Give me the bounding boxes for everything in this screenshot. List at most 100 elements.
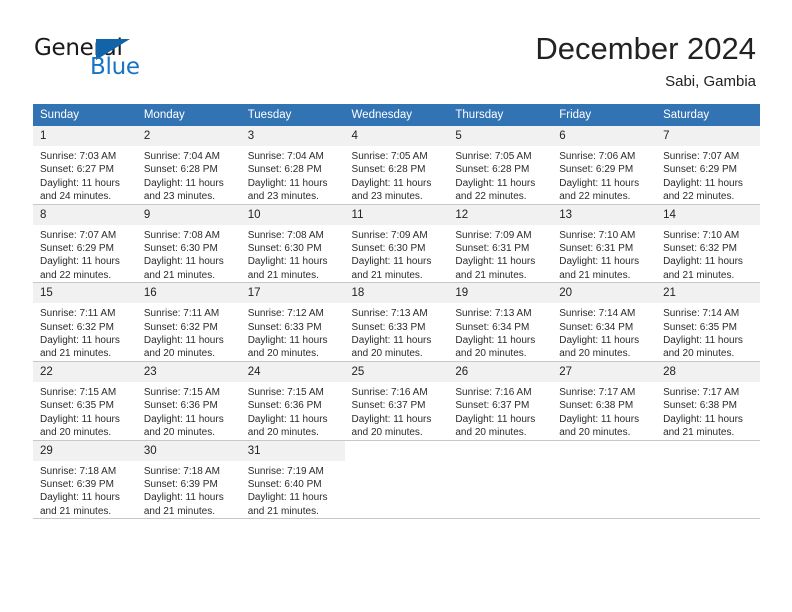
calendar-day-cell[interactable]: 6 Sunrise: 7:06 AM Sunset: 6:29 PM Daylight… <box>552 126 657 205</box>
sunset-time: Sunset: 6:38 PM <box>663 400 737 412</box>
calendar-day-cell[interactable]: 3 Sunrise: 7:04 AM Sunset: 6:28 PM Daylight… <box>240 126 345 205</box>
day-details: Sunrise: 7:05 AM Sunset: 6:28 PM Daylight:… <box>345 146 449 204</box>
day-number: 21 <box>656 283 760 304</box>
sunrise-time: Sunrise: 7:11 AM <box>40 308 116 320</box>
day-details: Sunrise: 7:09 AM Sunset: 6:31 PM Daylight:… <box>448 225 552 283</box>
sunrise-time: Sunrise: 7:09 AM <box>455 229 532 241</box>
day-number: 11 <box>344 204 449 225</box>
calendar-day-cell[interactable]: 19 Sunrise: 7:13 AM Sunset: 6:34 PM Dayligh… <box>448 282 553 362</box>
general-blue-logo[interactable]: General Blue <box>34 36 164 82</box>
sunrise-time: Sunrise: 7:11 AM <box>143 308 220 320</box>
daylight-duration-line1: Daylight: 11 hours <box>663 256 743 268</box>
calendar-day-cell[interactable]: 15 Sunrise: 7:11 AM Sunset: 6:32 PM Dayligh… <box>33 282 137 362</box>
sunset-time: Sunset: 6:32 PM <box>663 243 737 255</box>
calendar-day-cell[interactable]: 4 Sunrise: 7:05 AM Sunset: 6:28 PM Daylight… <box>344 126 449 205</box>
daylight-duration-line1: Daylight: 11 hours <box>351 413 432 425</box>
calendar-day-cell[interactable]: 9 Sunrise: 7:08 AM Sunset: 6:30 PM Daylight… <box>136 204 241 284</box>
sunset-time: Sunset: 6:28 PM <box>247 164 322 176</box>
daylight-duration-line2: and 20 minutes. <box>455 348 527 360</box>
daylight-duration-line2: and 21 minutes. <box>143 269 216 281</box>
sunset-time: Sunset: 6:30 PM <box>351 243 426 255</box>
day-number: 18 <box>344 283 449 304</box>
day-details: Sunrise: 7:12 AM Sunset: 6:33 PM Daylight:… <box>241 303 345 361</box>
calendar-day-cell[interactable]: 18 Sunrise: 7:13 AM Sunset: 6:33 PM Dayligh… <box>344 282 449 362</box>
daylight-duration-line2: and 23 minutes. <box>247 191 319 203</box>
calendar-day-cell[interactable]: 28 Sunrise: 7:17 AM Sunset: 6:38 PM Dayligh… <box>656 361 760 441</box>
sunrise-time: Sunrise: 7:07 AM <box>663 151 740 162</box>
calendar-day-cell[interactable]: 5 Sunrise: 7:05 AM Sunset: 6:28 PM Daylight… <box>448 126 553 205</box>
daylight-duration-line1: Daylight: 11 hours <box>455 177 536 189</box>
day-details: Sunrise: 7:09 AM Sunset: 6:30 PM Daylight:… <box>345 225 449 283</box>
day-number <box>448 440 553 449</box>
calendar-day-cell[interactable]: 2 Sunrise: 7:04 AM Sunset: 6:28 PM Daylight… <box>136 126 241 205</box>
daylight-duration-line2: and 22 minutes. <box>663 191 735 203</box>
sunset-time: Sunset: 6:39 PM <box>40 478 114 490</box>
weekday-header-tuesday: Tuesday <box>240 104 345 126</box>
daylight-duration-line2: and 22 minutes. <box>455 191 527 203</box>
day-details: Sunrise: 7:03 AM Sunset: 6:27 PM Daylight:… <box>33 146 137 204</box>
calendar-day-cell[interactable]: 31 Sunrise: 7:19 AM Sunset: 6:40 PM Dayligh… <box>240 440 345 520</box>
calendar-day-cell[interactable]: 14 Sunrise: 7:10 AM Sunset: 6:32 PM Dayligh… <box>656 204 760 284</box>
day-details: Sunrise: 7:14 AM Sunset: 6:34 PM Daylight:… <box>552 303 656 361</box>
day-number <box>552 440 657 449</box>
day-number: 3 <box>240 126 345 146</box>
daylight-duration-line1: Daylight: 11 hours <box>559 256 640 268</box>
calendar-day-cell[interactable]: 24 Sunrise: 7:15 AM Sunset: 6:36 PM Dayligh… <box>240 361 345 441</box>
daylight-duration-line1: Daylight: 11 hours <box>40 256 120 268</box>
day-details: Sunrise: 7:17 AM Sunset: 6:38 PM Daylight:… <box>656 382 760 440</box>
daylight-duration-line2: and 20 minutes. <box>559 427 631 439</box>
calendar-day-cell[interactable]: 10 Sunrise: 7:08 AM Sunset: 6:30 PM Dayligh… <box>240 204 345 284</box>
sunset-time: Sunset: 6:32 PM <box>40 321 114 333</box>
day-number: 31 <box>240 440 345 461</box>
sunset-time: Sunset: 6:36 PM <box>247 400 322 412</box>
calendar-day-cell[interactable]: 17 Sunrise: 7:12 AM Sunset: 6:33 PM Dayligh… <box>240 282 345 362</box>
day-details: Sunrise: 7:13 AM Sunset: 6:34 PM Daylight:… <box>448 303 552 361</box>
day-number: 13 <box>552 204 657 225</box>
calendar-day-cell[interactable]: 11 Sunrise: 7:09 AM Sunset: 6:30 PM Dayligh… <box>344 204 449 284</box>
day-details <box>448 449 552 453</box>
day-number: 29 <box>33 440 137 461</box>
page-header: General Blue December 2024 Sabi, Gambia <box>0 0 792 100</box>
calendar-day-cell[interactable]: 21 Sunrise: 7:14 AM Sunset: 6:35 PM Dayligh… <box>656 282 760 362</box>
daylight-duration-line1: Daylight: 11 hours <box>143 492 224 504</box>
calendar-day-cell[interactable]: 16 Sunrise: 7:11 AM Sunset: 6:32 PM Dayligh… <box>136 282 241 362</box>
calendar-day-cell[interactable]: 7 Sunrise: 7:07 AM Sunset: 6:29 PM Daylight… <box>656 126 760 205</box>
sunset-time: Sunset: 6:31 PM <box>455 243 530 255</box>
day-details: Sunrise: 7:16 AM Sunset: 6:37 PM Daylight:… <box>448 382 552 440</box>
day-number: 23 <box>136 361 241 382</box>
calendar-day-cell[interactable]: 12 Sunrise: 7:09 AM Sunset: 6:31 PM Dayligh… <box>448 204 553 284</box>
sunrise-time: Sunrise: 7:08 AM <box>143 229 220 241</box>
page-subtitle: Sabi, Gambia <box>665 73 756 90</box>
sunset-time: Sunset: 6:27 PM <box>40 164 114 176</box>
daylight-duration-line2: and 21 minutes. <box>351 269 423 281</box>
daylight-duration-line1: Daylight: 11 hours <box>559 335 640 347</box>
sunrise-time: Sunrise: 7:15 AM <box>40 386 117 398</box>
calendar-day-cell[interactable]: 20 Sunrise: 7:14 AM Sunset: 6:34 PM Dayligh… <box>552 282 657 362</box>
daylight-duration-line1: Daylight: 11 hours <box>143 413 224 425</box>
day-details: Sunrise: 7:13 AM Sunset: 6:33 PM Daylight:… <box>345 303 449 361</box>
sunset-time: Sunset: 6:30 PM <box>143 243 218 255</box>
sunset-time: Sunset: 6:38 PM <box>559 400 634 412</box>
logo-text-blue: Blue <box>90 54 140 80</box>
calendar-day-cell[interactable]: 25 Sunrise: 7:16 AM Sunset: 6:37 PM Dayligh… <box>344 361 449 441</box>
day-details <box>345 449 449 453</box>
calendar-day-cell[interactable]: 29 Sunrise: 7:18 AM Sunset: 6:39 PM Dayligh… <box>33 440 137 520</box>
day-number: 19 <box>448 283 553 304</box>
calendar-week-row: 15 Sunrise: 7:11 AM Sunset: 6:32 PM Dayligh… <box>33 282 760 362</box>
daylight-duration-line2: and 21 minutes. <box>40 348 112 360</box>
calendar-day-cell[interactable]: 30 Sunrise: 7:18 AM Sunset: 6:39 PM Dayligh… <box>136 440 241 520</box>
calendar-day-cell[interactable]: 8 Sunrise: 7:07 AM Sunset: 6:29 PM Daylight… <box>33 204 137 284</box>
sunset-time: Sunset: 6:34 PM <box>455 321 530 333</box>
sunrise-time: Sunrise: 7:09 AM <box>351 229 428 241</box>
daylight-duration-line1: Daylight: 11 hours <box>455 413 536 425</box>
calendar-day-cell[interactable]: 27 Sunrise: 7:17 AM Sunset: 6:38 PM Dayligh… <box>552 361 657 441</box>
calendar-week-row: 22 Sunrise: 7:15 AM Sunset: 6:35 PM Dayligh… <box>33 361 760 441</box>
calendar-day-cell[interactable]: 22 Sunrise: 7:15 AM Sunset: 6:35 PM Dayligh… <box>33 361 137 441</box>
calendar-day-cell[interactable]: 26 Sunrise: 7:16 AM Sunset: 6:37 PM Dayligh… <box>448 361 553 441</box>
sunset-time: Sunset: 6:29 PM <box>40 243 114 255</box>
daylight-duration-line1: Daylight: 11 hours <box>559 177 640 189</box>
calendar-day-cell[interactable]: 1 Sunrise: 7:03 AM Sunset: 6:27 PM Daylight… <box>33 126 137 205</box>
day-number: 7 <box>656 126 760 146</box>
calendar-day-cell[interactable]: 13 Sunrise: 7:10 AM Sunset: 6:31 PM Dayligh… <box>552 204 657 284</box>
calendar-day-cell[interactable]: 23 Sunrise: 7:15 AM Sunset: 6:36 PM Dayligh… <box>136 361 241 441</box>
